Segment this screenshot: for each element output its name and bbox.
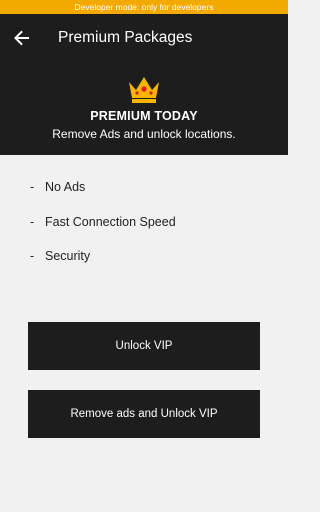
feature-list: - No Ads - Fast Connection Speed - Secur… xyxy=(30,178,176,282)
remove-ads-unlock-vip-button[interactable]: Remove ads and Unlock VIP xyxy=(28,390,260,438)
premium-subtitle: Remove Ads and unlock locations. xyxy=(52,127,236,141)
app-bar: Premium Packages xyxy=(0,14,288,62)
feature-label: No Ads xyxy=(45,180,86,194)
back-button[interactable] xyxy=(8,24,36,52)
premium-title: PREMIUM TODAY xyxy=(90,109,198,123)
bullet-dash: - xyxy=(30,249,35,263)
unlock-vip-button[interactable]: Unlock VIP xyxy=(28,322,260,370)
feature-item-no-ads: - No Ads xyxy=(30,178,176,196)
crown-icon xyxy=(129,77,159,103)
developer-mode-banner: Developer mode: only for developers xyxy=(0,0,288,14)
feature-label: Security xyxy=(45,249,91,263)
feature-label: Fast Connection Speed xyxy=(45,214,176,229)
premium-packages-screen: Developer mode: only for developers Prem… xyxy=(0,0,288,512)
bullet-dash: - xyxy=(30,180,35,194)
premium-header: PREMIUM TODAY Remove Ads and unlock loca… xyxy=(0,62,288,155)
bullet-dash: - xyxy=(30,214,35,229)
feature-item-fast-connection: - Fast Connection Speed xyxy=(30,213,176,231)
feature-item-security: - Security xyxy=(30,247,176,265)
page-title: Premium Packages xyxy=(58,29,193,46)
arrow-back-icon xyxy=(14,30,29,46)
